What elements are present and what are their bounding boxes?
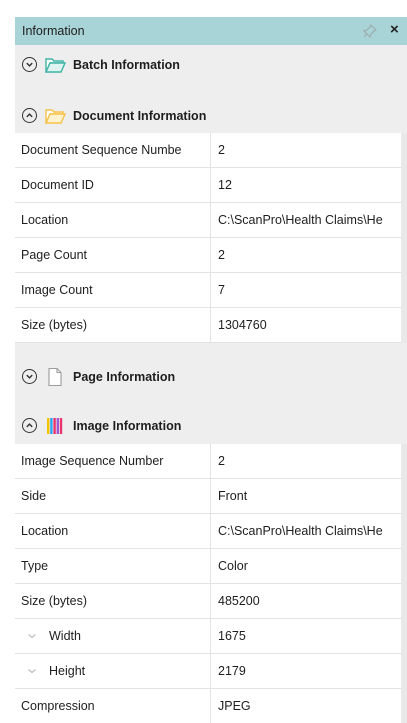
table-row-nested: Width 1675: [15, 619, 401, 654]
table-row: Page Count 2: [15, 238, 401, 273]
panel-titlebar: Information ×: [15, 17, 407, 45]
table-row: Document ID 12: [15, 168, 401, 203]
table-row: Image Sequence Number 2: [15, 444, 401, 479]
property-value[interactable]: 1304760: [212, 308, 401, 342]
section-document-title: Document Information: [73, 109, 207, 123]
table-row: Compression JPEG: [15, 689, 401, 723]
property-name: Location: [15, 203, 211, 237]
property-value[interactable]: 7: [212, 273, 401, 307]
section-image-header[interactable]: Image Information: [15, 406, 407, 446]
property-value[interactable]: Front: [212, 479, 401, 513]
property-name-label: Width: [49, 629, 81, 643]
scroll-edge: [401, 133, 407, 343]
property-name: Width: [15, 619, 211, 653]
property-value[interactable]: 485200: [212, 584, 401, 618]
property-value[interactable]: 2: [212, 444, 401, 478]
expand-chevron-icon[interactable]: [15, 619, 49, 653]
table-row: Location C:\ScanPro\Health Claims\He: [15, 514, 401, 549]
expand-chevron-icon[interactable]: [22, 369, 37, 384]
panel-title: Information: [22, 24, 85, 38]
expand-chevron-icon[interactable]: [22, 57, 37, 72]
property-name: Height: [15, 654, 211, 688]
section-document-header[interactable]: Document Information: [15, 96, 407, 136]
table-row: Document Sequence Numbe 2: [15, 133, 401, 168]
section-batch-title: Batch Information: [73, 58, 180, 72]
table-row: Size (bytes) 485200: [15, 584, 401, 619]
close-icon[interactable]: ×: [390, 21, 399, 39]
section-image-title: Image Information: [73, 419, 182, 433]
property-value[interactable]: 2179: [212, 654, 401, 688]
property-name: Image Count: [15, 273, 211, 307]
folder-open-icon: [44, 58, 66, 73]
property-name-label: Height: [49, 664, 86, 678]
image-properties-table: Image Sequence Number 2 Side Front Locat…: [15, 444, 401, 723]
section-page-header[interactable]: Page Information: [15, 357, 407, 397]
property-name: Side: [15, 479, 211, 513]
property-value[interactable]: JPEG: [212, 689, 401, 723]
table-row: Type Color: [15, 549, 401, 584]
property-value[interactable]: C:\ScanPro\Health Claims\He: [212, 203, 401, 237]
table-row: Size (bytes) 1304760: [15, 308, 401, 343]
property-value[interactable]: C:\ScanPro\Health Claims\He: [212, 514, 401, 548]
property-name: Compression: [15, 689, 211, 723]
pin-icon[interactable]: [363, 24, 377, 38]
information-panel: Information × Batch Information Document…: [15, 17, 407, 723]
table-row: Location C:\ScanPro\Health Claims\He: [15, 203, 401, 238]
property-name: Page Count: [15, 238, 211, 272]
table-row: Image Count 7: [15, 273, 401, 308]
property-value[interactable]: 2: [212, 238, 401, 272]
table-row-nested: Height 2179: [15, 654, 401, 689]
property-value[interactable]: 1675: [212, 619, 401, 653]
folder-icon: [44, 109, 66, 124]
scroll-edge: [401, 444, 407, 723]
collapse-chevron-icon[interactable]: [22, 418, 37, 433]
expand-chevron-icon[interactable]: [15, 654, 49, 688]
property-name: Type: [15, 549, 211, 583]
property-name: Location: [15, 514, 211, 548]
property-value[interactable]: 12: [212, 168, 401, 202]
section-page-title: Page Information: [73, 370, 176, 384]
collapse-chevron-icon[interactable]: [22, 108, 37, 123]
table-row: Side Front: [15, 479, 401, 514]
document-properties-table: Document Sequence Numbe 2 Document ID 12…: [15, 133, 401, 343]
property-name: Image Sequence Number: [15, 444, 211, 478]
color-bars-icon: [47, 418, 63, 434]
property-name: Document ID: [15, 168, 211, 202]
page-icon: [48, 367, 62, 387]
property-value[interactable]: Color: [212, 549, 401, 583]
property-name: Size (bytes): [15, 584, 211, 618]
property-name: Document Sequence Numbe: [15, 133, 211, 167]
section-batch-header[interactable]: Batch Information: [15, 45, 407, 85]
property-value[interactable]: 2: [212, 133, 401, 167]
property-name: Size (bytes): [15, 308, 211, 342]
